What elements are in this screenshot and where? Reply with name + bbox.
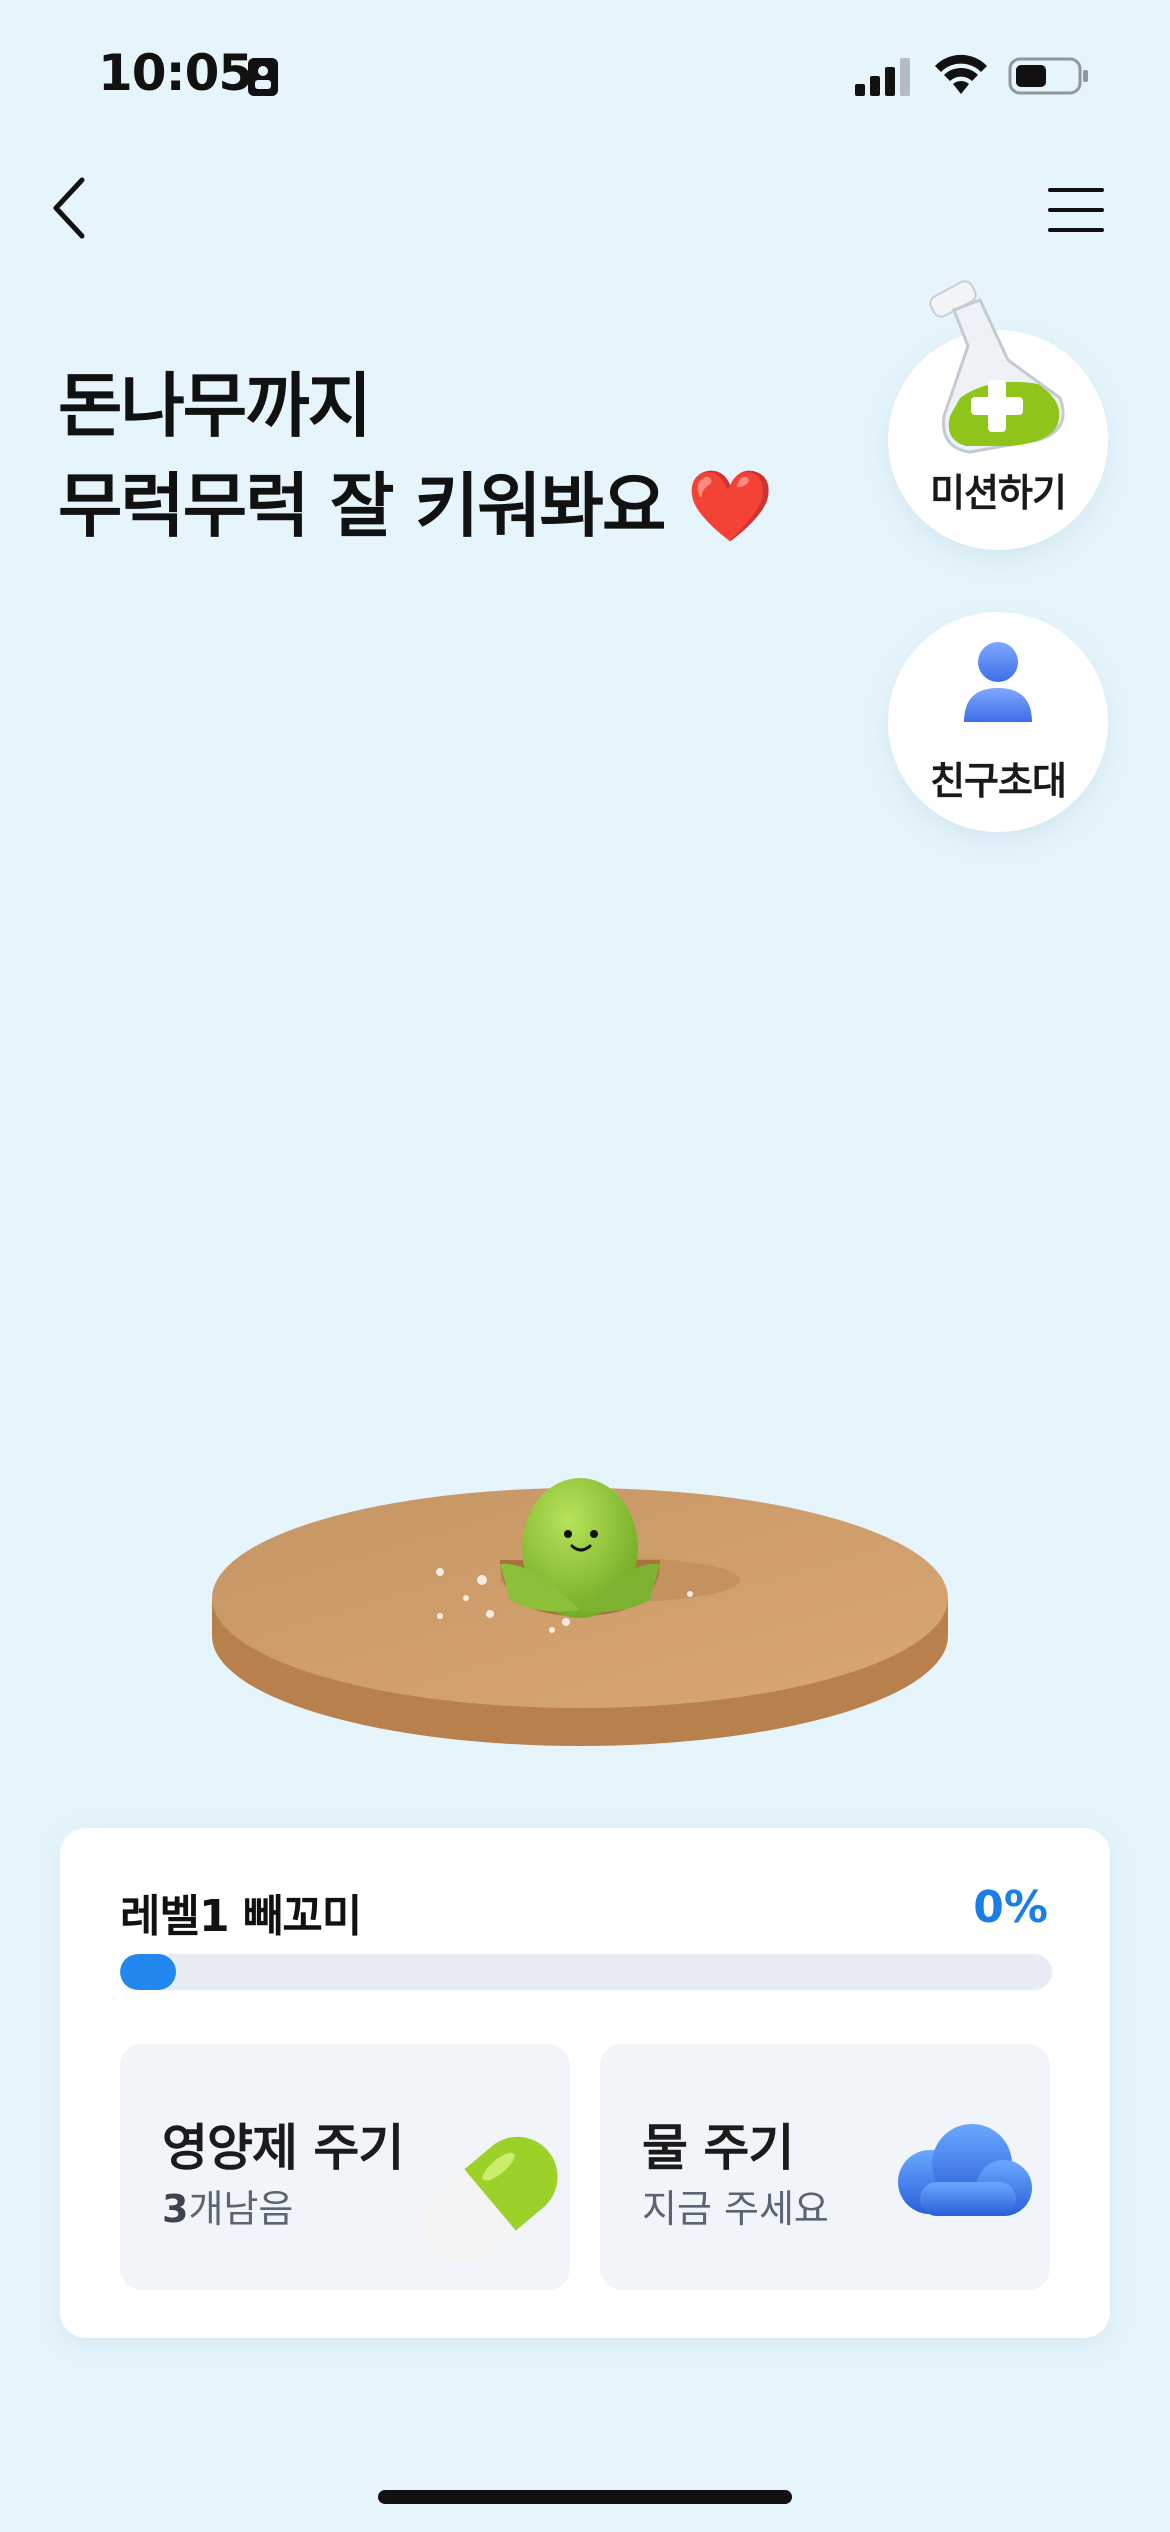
title-line-1: 돈나무까지 xyxy=(58,365,372,447)
heart-icon: ❤️ xyxy=(686,465,774,547)
battery-icon xyxy=(1008,57,1088,95)
plant-pot-illustration xyxy=(212,1478,948,1746)
mission-button-label: 미션하기 xyxy=(930,471,1067,515)
status-time: 10:05 xyxy=(98,44,253,102)
water-title: 물 주기 xyxy=(642,2119,794,2177)
nutrient-remaining: 3개남음 xyxy=(162,2178,293,2233)
person-icon xyxy=(964,642,1032,722)
give-water-button[interactable]: 물 주기 지금 주세요 xyxy=(600,2044,1050,2290)
water-subtitle: 지금 주세요 xyxy=(642,2187,829,2231)
title-line-2: 무럭무럭 잘 키워봐요 ❤️ xyxy=(58,456,774,556)
back-button[interactable] xyxy=(40,168,100,248)
progress-percent: 0% xyxy=(973,1882,1048,1933)
cellular-signal-icon xyxy=(855,58,910,96)
pill-icon xyxy=(422,2136,558,2264)
title-line-2-text: 무럭무럭 잘 키워봐요 xyxy=(58,465,666,547)
wifi-icon xyxy=(935,54,987,94)
level-label: 레벨1 빼꼬미 xyxy=(120,1891,362,1942)
cloud-icon xyxy=(898,2124,1032,2216)
nutrient-title: 영양제 주기 xyxy=(162,2119,404,2177)
progress-track xyxy=(120,1954,1052,1990)
give-nutrient-button[interactable]: 영양제 주기 3개남음 xyxy=(120,2044,570,2290)
page-title: 돈나무까지 무럭무럭 잘 키워봐요 ❤️ xyxy=(58,356,774,556)
growth-card: 레벨1 빼꼬미 0% 영양제 주기 3개남음 물 주기 지금 주세요 xyxy=(60,1828,1110,2338)
sim-card-icon xyxy=(248,58,278,96)
invite-friend-label: 친구초대 xyxy=(930,759,1067,803)
nutrient-count-suffix: 개남음 xyxy=(188,2187,294,2231)
home-indicator xyxy=(378,2490,792,2504)
nutrient-count: 3 xyxy=(162,2187,189,2231)
menu-button[interactable] xyxy=(1040,180,1110,240)
flask-icon xyxy=(929,280,1065,454)
progress-fill xyxy=(120,1954,176,1990)
